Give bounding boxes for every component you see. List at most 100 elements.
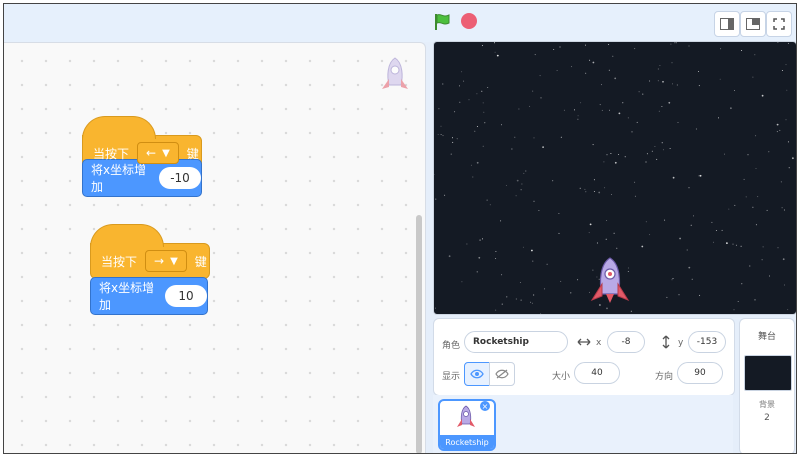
change-x-block[interactable]: 将x坐标增加 -10 bbox=[82, 159, 202, 197]
change-x-value-input[interactable]: -10 bbox=[159, 167, 201, 189]
direction-input[interactable]: 90 bbox=[677, 362, 723, 384]
rocketship-sprite[interactable] bbox=[588, 256, 632, 306]
star bbox=[442, 83, 444, 85]
star bbox=[515, 195, 517, 197]
star bbox=[444, 194, 446, 196]
x-input[interactable]: -8 bbox=[607, 331, 645, 353]
star bbox=[437, 134, 439, 135]
small-stage-icon[interactable] bbox=[714, 11, 740, 37]
star bbox=[563, 109, 565, 111]
star bbox=[522, 246, 524, 248]
star bbox=[711, 221, 713, 223]
star bbox=[749, 265, 751, 267]
star bbox=[715, 230, 717, 231]
star bbox=[612, 55, 614, 57]
star bbox=[495, 258, 497, 259]
show-sprite-toggle[interactable] bbox=[464, 362, 490, 386]
star bbox=[489, 204, 491, 206]
star bbox=[740, 245, 742, 247]
star bbox=[450, 153, 452, 155]
star bbox=[604, 187, 606, 189]
backdrop-thumbnail[interactable] bbox=[744, 355, 792, 391]
large-stage-icon[interactable] bbox=[740, 11, 766, 37]
key-dropdown[interactable]: → ▼ bbox=[145, 250, 187, 272]
star bbox=[734, 90, 735, 91]
star bbox=[609, 109, 610, 111]
dropdown-arrow-icon: ▼ bbox=[162, 147, 170, 159]
star bbox=[671, 279, 673, 281]
star bbox=[599, 104, 601, 106]
star bbox=[506, 296, 508, 298]
star bbox=[755, 224, 757, 226]
code-area[interactable]: 当按下 ← ▼ 键 将x坐标增加 -10 当按下 → ▼ 键 将x坐标增加 10 bbox=[4, 42, 426, 453]
star bbox=[516, 179, 519, 182]
hat-cap bbox=[82, 116, 156, 139]
sprite-thumbnail-icon bbox=[382, 57, 408, 89]
star bbox=[608, 44, 610, 45]
star bbox=[484, 122, 486, 124]
star bbox=[713, 241, 714, 243]
star bbox=[515, 298, 517, 300]
star bbox=[544, 288, 546, 290]
star bbox=[735, 244, 737, 246]
fullscreen-icon[interactable] bbox=[766, 11, 792, 37]
star bbox=[618, 112, 621, 115]
sprite-label: 角色 bbox=[442, 341, 461, 351]
star bbox=[737, 301, 739, 302]
stage-title: 舞台 bbox=[757, 332, 776, 342]
hat-cap bbox=[90, 224, 164, 247]
change-x-block[interactable]: 将x坐标增加 10 bbox=[90, 277, 208, 315]
star bbox=[440, 134, 442, 135]
hat-suffix: 键 bbox=[194, 254, 207, 269]
change-x-value-input[interactable]: 10 bbox=[165, 285, 207, 307]
key-dropdown[interactable]: ← ▼ bbox=[137, 142, 179, 164]
star bbox=[596, 242, 598, 244]
star bbox=[448, 255, 451, 258]
star bbox=[585, 44, 586, 46]
star bbox=[724, 153, 725, 155]
when-key-pressed-block[interactable]: 当按下 → ▼ 键 bbox=[90, 224, 210, 279]
star bbox=[482, 145, 484, 147]
y-input[interactable]: -153 bbox=[688, 331, 726, 353]
star bbox=[636, 121, 638, 123]
star bbox=[496, 54, 499, 57]
star bbox=[482, 102, 484, 104]
hat-label: 当按下 bbox=[101, 254, 138, 269]
star bbox=[540, 97, 542, 99]
star bbox=[481, 90, 483, 92]
stop-icon[interactable] bbox=[461, 13, 477, 29]
star bbox=[745, 196, 747, 198]
hide-sprite-toggle[interactable] bbox=[489, 362, 515, 386]
star bbox=[533, 200, 535, 202]
sprite-tile-label: Rocketship bbox=[440, 435, 494, 449]
star bbox=[440, 125, 442, 127]
star bbox=[624, 156, 626, 158]
green-flag-icon[interactable] bbox=[432, 12, 452, 32]
star bbox=[728, 208, 730, 210]
y-arrows-icon bbox=[662, 335, 670, 349]
sprite-name-input[interactable]: Rocketship bbox=[464, 331, 568, 353]
star bbox=[785, 64, 787, 66]
star bbox=[638, 91, 640, 93]
star bbox=[589, 223, 592, 226]
star bbox=[670, 43, 672, 45]
hat-suffix: 键 bbox=[186, 146, 199, 161]
star bbox=[792, 157, 794, 160]
star bbox=[556, 70, 558, 71]
star bbox=[495, 309, 497, 311]
star bbox=[593, 179, 595, 181]
star bbox=[755, 135, 757, 137]
star bbox=[434, 174, 435, 175]
star bbox=[690, 224, 692, 226]
code-scrollbar[interactable] bbox=[416, 215, 422, 453]
stage-backdrop-panel[interactable]: 舞台 背景 2 bbox=[739, 318, 795, 453]
star bbox=[468, 99, 470, 101]
star bbox=[486, 199, 488, 201]
star bbox=[678, 294, 680, 296]
star bbox=[454, 111, 456, 113]
star bbox=[649, 80, 651, 82]
star bbox=[476, 161, 479, 164]
size-input[interactable]: 40 bbox=[574, 362, 620, 384]
star bbox=[787, 42, 789, 44]
delete-sprite-icon[interactable]: × bbox=[480, 401, 490, 411]
